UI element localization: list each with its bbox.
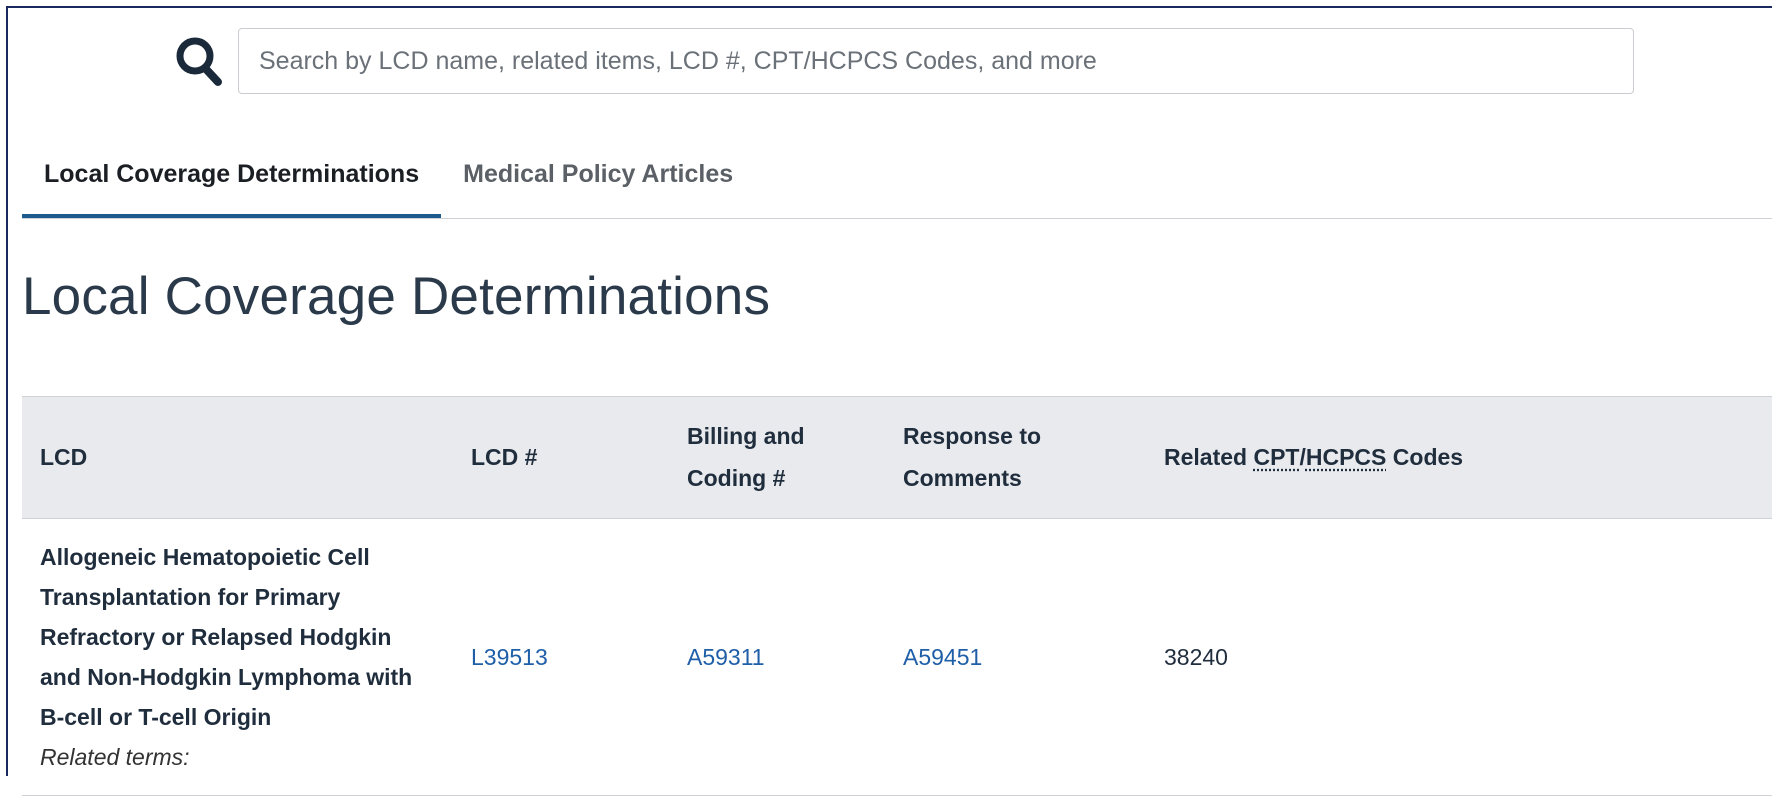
billing-coding-cell: A59311	[669, 518, 885, 795]
related-suffix: Codes	[1386, 444, 1464, 471]
column-header-response-to-comments[interactable]: Response to Comments	[885, 397, 1146, 519]
related-codes-cell: 38240	[1146, 518, 1772, 795]
lcd-table-container: LCD LCD # Billing and Coding # Response …	[22, 396, 1772, 796]
tab-local-coverage-determinations[interactable]: Local Coverage Determinations	[22, 148, 442, 218]
lcd-name[interactable]: Allogeneic Hematopoietic Cell Transplant…	[40, 544, 412, 730]
table-row: Allogeneic Hematopoietic Cell Transplant…	[22, 518, 1772, 795]
related-prefix: Related	[1164, 444, 1254, 471]
tab-bar: Local Coverage Determinations Medical Po…	[22, 148, 1772, 219]
related-codes-value: 38240	[1164, 643, 1228, 670]
column-header-billing-coding[interactable]: Billing and Coding #	[669, 397, 885, 519]
lcd-number-link[interactable]: L39513	[471, 644, 548, 670]
column-header-lcd[interactable]: LCD	[22, 397, 453, 519]
lcd-number-cell: L39513	[453, 518, 669, 795]
tab-medical-policy-articles[interactable]: Medical Policy Articles	[441, 148, 755, 218]
hcpcs-abbreviation: HCPCS	[1305, 444, 1387, 471]
page-title: Local Coverage Determinations	[22, 267, 771, 326]
billing-coding-link[interactable]: A59311	[687, 644, 765, 670]
lcd-table: LCD LCD # Billing and Coding # Response …	[22, 397, 1772, 795]
search-icon[interactable]	[170, 32, 228, 90]
response-to-comments-link[interactable]: A59451	[903, 644, 982, 670]
column-header-related-codes[interactable]: Related CPT/HCPCS Codes	[1146, 397, 1772, 519]
search-bar	[170, 28, 1634, 94]
response-to-comments-cell: A59451	[885, 518, 1146, 795]
column-header-lcd-number[interactable]: LCD #	[453, 397, 669, 519]
lcd-name-cell: Allogeneic Hematopoietic Cell Transplant…	[22, 518, 453, 795]
search-input[interactable]	[238, 28, 1634, 94]
related-terms-label: Related terms:	[40, 743, 190, 770]
cpt-abbreviation: CPT	[1253, 444, 1300, 471]
table-header-row: LCD LCD # Billing and Coding # Response …	[22, 397, 1772, 519]
